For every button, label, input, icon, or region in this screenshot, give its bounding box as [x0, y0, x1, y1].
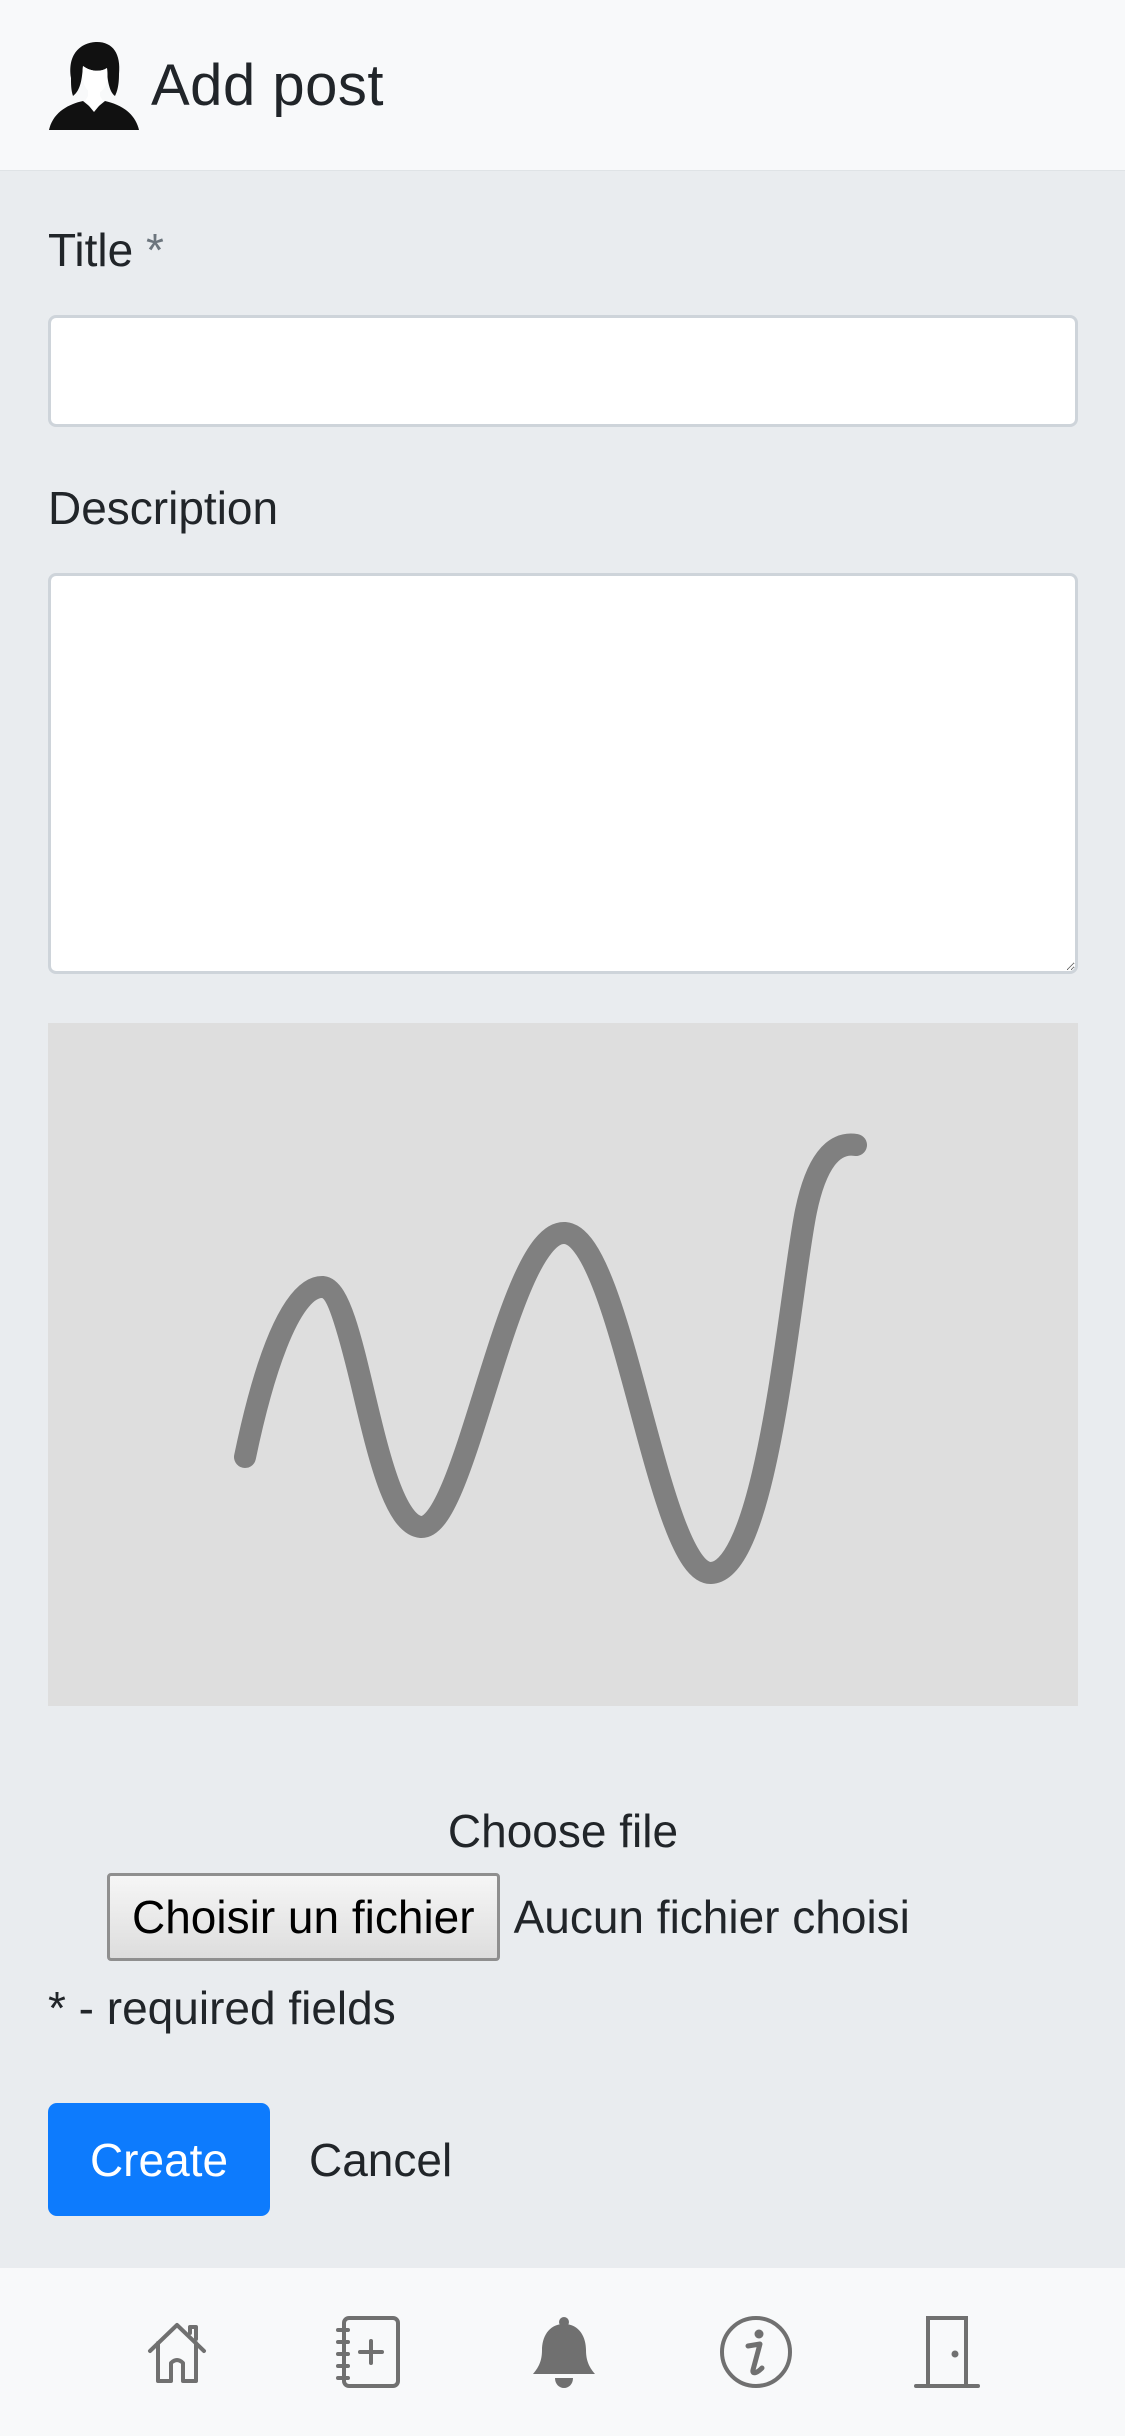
app-header: Add post [0, 0, 1125, 171]
add-note-icon [336, 2316, 400, 2388]
choose-file-button[interactable]: Choisir un fichier [107, 1873, 500, 1961]
bottom-nav [0, 2268, 1125, 2436]
nav-home[interactable] [137, 2312, 217, 2392]
required-fields-note: * - required fields [48, 1982, 396, 2034]
title-input[interactable] [48, 315, 1078, 427]
add-post-page: Add post Title * Description Choose file… [0, 0, 1125, 2436]
cancel-link[interactable]: Cancel [309, 2103, 452, 2216]
file-status-text: Aucun fichier choisi [513, 1891, 910, 1943]
nav-add-post[interactable] [328, 2312, 408, 2392]
description-label: Description [48, 482, 279, 534]
choose-file-label: Choose file [447, 1805, 679, 1857]
nav-logout[interactable] [907, 2312, 987, 2392]
user-avatar-icon[interactable] [47, 38, 141, 132]
bell-icon [533, 2317, 595, 2388]
page-title: Add post [151, 52, 384, 118]
required-star: * [145, 224, 164, 276]
title-label-text: Title [48, 224, 134, 276]
signature-squiggle-icon [234, 1133, 867, 1584]
create-button[interactable]: Create [48, 2103, 270, 2216]
home-icon [148, 2323, 206, 2383]
info-icon [720, 2316, 792, 2388]
file-input: Choisir un fichier Aucun fichier choisi [107, 1873, 910, 1961]
nav-info[interactable] [716, 2312, 796, 2392]
image-preview [48, 1023, 1078, 1706]
nav-notifications[interactable] [524, 2312, 604, 2392]
title-label: Title * [48, 223, 164, 277]
description-textarea[interactable] [48, 573, 1078, 974]
door-exit-icon [914, 2316, 980, 2388]
